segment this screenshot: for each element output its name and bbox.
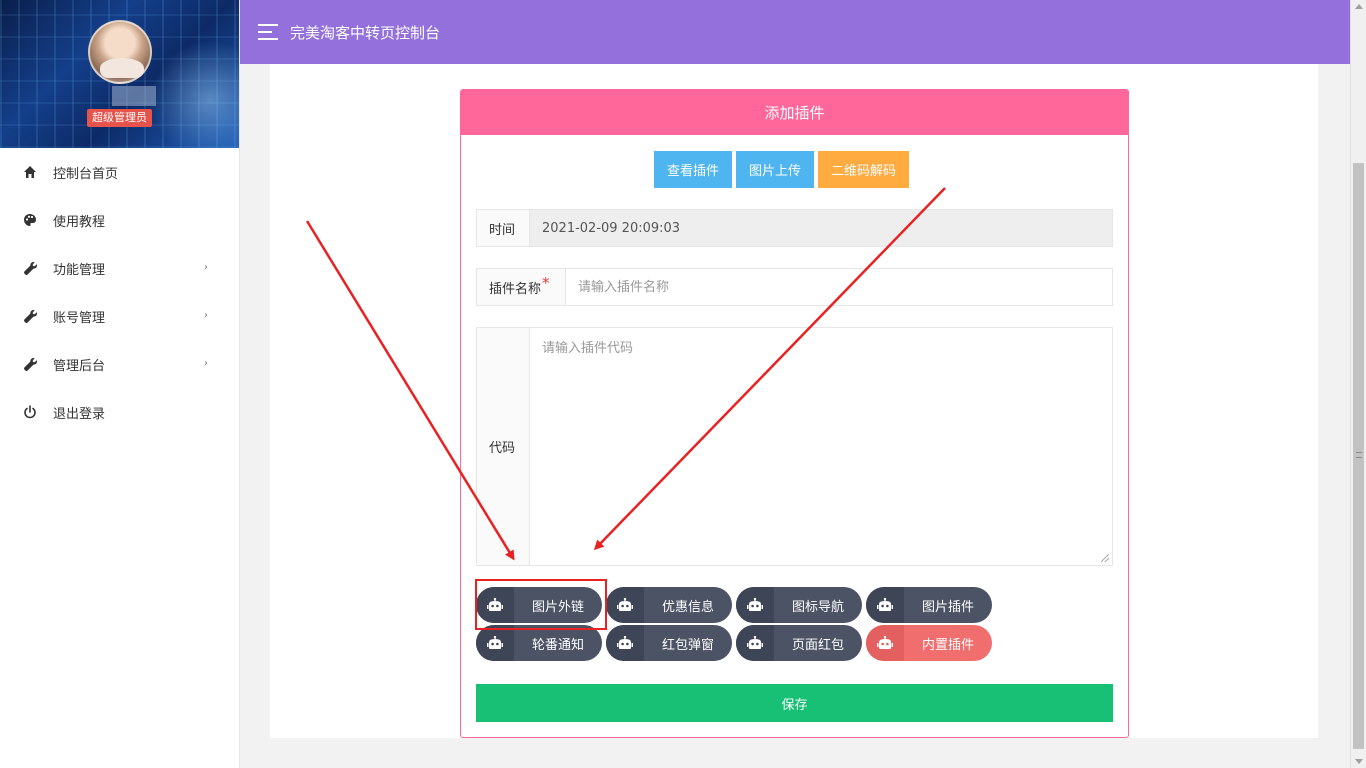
chevron-right-icon: › [204, 262, 208, 273]
robot-icon [866, 625, 904, 661]
sidebar-item-admin[interactable]: 管理后台 › [0, 340, 239, 388]
role-badge: 超级管理员 [87, 109, 152, 127]
wrench-icon [22, 356, 38, 372]
sidebar-menu: 控制台首页 使用教程 功能管理 › 账号管理 › 管理后台 › 退出登录 [0, 148, 239, 436]
chevron-right-icon: › [204, 358, 208, 369]
plugin-template-label: 内置插件 [921, 637, 974, 653]
sidebar-item-features[interactable]: 功能管理 › [0, 244, 239, 292]
sidebar: 超级管理员 控制台首页 使用教程 功能管理 › 账号管理 › 管理后台 › 退出… [0, 0, 240, 768]
annotation-highlight-box [475, 579, 607, 630]
plugin-code-textarea[interactable] [530, 328, 1112, 565]
wrench-icon [22, 308, 38, 324]
plugin-template-label: 图片插件 [921, 599, 974, 615]
robot-icon [476, 625, 514, 661]
plugin-name-field: 插件名称 * [476, 268, 1113, 306]
sidebar-item-accounts[interactable]: 账号管理 › [0, 292, 239, 340]
time-field: 时间 2021-02-09 20:09:03 [476, 209, 1113, 247]
sidebar-item-label: 账号管理 [53, 310, 106, 326]
plugin-template-button[interactable]: 轮番通知 [476, 625, 602, 661]
robot-icon [606, 587, 644, 623]
plugin-code-field: 代码 [476, 327, 1113, 566]
plugin-template-label: 轮番通知 [531, 637, 584, 653]
image-upload-button[interactable]: 图片上传 [736, 151, 815, 188]
power-icon [22, 404, 38, 420]
sidebar-item-label: 管理后台 [53, 358, 106, 374]
blurred-username [112, 86, 156, 106]
scroll-up-icon[interactable] [1355, 4, 1363, 9]
time-value: 2021-02-09 20:09:03 [530, 210, 1112, 246]
plugin-name-input[interactable] [566, 269, 1112, 305]
sidebar-item-logout[interactable]: 退出登录 [0, 388, 239, 436]
plugin-template-label: 页面红包 [791, 637, 844, 653]
plugin-template-label: 图标导航 [791, 599, 844, 615]
plugin-name-label: 插件名称 * [477, 269, 566, 305]
add-plugin-card: 添加插件 查看插件 图片上传 二维码解码 时间 2021-02-09 20:09… [460, 89, 1129, 738]
save-button[interactable]: 保存 [476, 684, 1113, 722]
card-title: 添加插件 [461, 90, 1128, 135]
qr-decode-button[interactable]: 二维码解码 [818, 151, 910, 188]
wrench-icon [22, 260, 38, 276]
robot-icon [736, 587, 774, 623]
plugin-template-label: 红包弹窗 [661, 637, 714, 653]
robot-icon [736, 625, 774, 661]
palette-icon [22, 212, 38, 228]
time-label: 时间 [477, 210, 530, 246]
plugin-template-button[interactable]: 优惠信息 [606, 587, 732, 623]
scrollbar-grip-icon [1356, 452, 1362, 458]
builtin-plugin-button[interactable]: 内置插件 [866, 625, 992, 661]
plugin-name-label-text: 插件名称 [489, 281, 542, 297]
home-icon [22, 164, 38, 180]
plugin-template-button[interactable]: 图片插件 [866, 587, 992, 623]
sidebar-item-label: 控制台首页 [53, 166, 119, 182]
sidebar-item-label: 使用教程 [53, 214, 106, 230]
chevron-right-icon: › [204, 310, 208, 321]
robot-icon [606, 625, 644, 661]
required-mark: * [542, 274, 550, 292]
app-title: 完美淘客中转页控制台 [290, 23, 441, 42]
sidebar-item-label: 退出登录 [53, 406, 106, 422]
action-buttons: 查看插件 图片上传 二维码解码 [654, 151, 910, 188]
plugin-code-label: 代码 [477, 328, 530, 565]
scroll-down-icon[interactable] [1355, 759, 1363, 764]
plugin-template-button[interactable]: 红包弹窗 [606, 625, 732, 661]
top-header: 完美淘客中转页控制台 [240, 0, 1350, 64]
plugin-template-button[interactable]: 页面红包 [736, 625, 862, 661]
avatar[interactable] [88, 20, 152, 84]
plugin-template-label: 优惠信息 [661, 599, 714, 615]
sidebar-item-label: 功能管理 [53, 262, 106, 278]
profile-banner: 超级管理员 [0, 0, 239, 148]
sidebar-item-dashboard[interactable]: 控制台首页 [0, 148, 239, 196]
menu-toggle-icon[interactable] [258, 24, 278, 40]
vertical-scrollbar[interactable] [1350, 0, 1366, 768]
resize-handle-icon[interactable] [1101, 554, 1109, 562]
sidebar-item-tutorial[interactable]: 使用教程 [0, 196, 239, 244]
view-plugins-button[interactable]: 查看插件 [654, 151, 733, 188]
plugin-template-button[interactable]: 图标导航 [736, 587, 862, 623]
robot-icon [866, 587, 904, 623]
